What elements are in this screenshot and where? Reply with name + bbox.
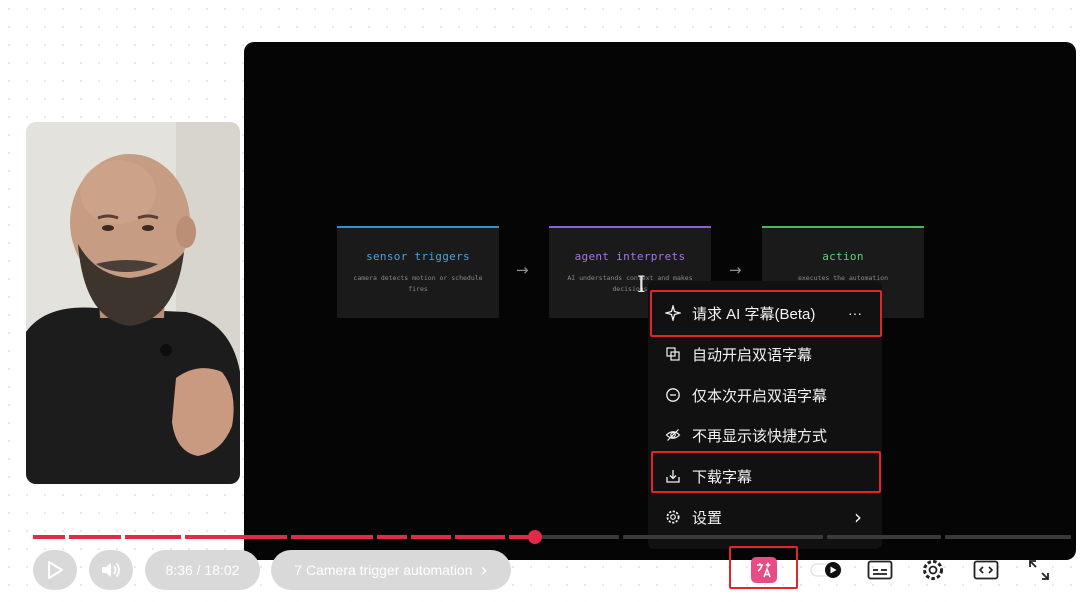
chapter-button[interactable]: 7 Camera trigger automation › [271,550,511,590]
menu-item-label: 自动开启双语字幕 [692,346,813,364]
text-cursor-icon: I [637,273,646,298]
menu-item-label: 设置 [692,509,723,527]
fullscreen-button[interactable] [1019,550,1059,590]
presenter-image [26,122,240,484]
theater-mode-button[interactable] [966,550,1006,590]
flow-box-title: agent interprets [574,250,686,263]
chapter-segment [945,535,1071,539]
flow-box-description: camera detects motion or schedule fires [353,274,483,293]
chapter-segment [69,535,121,539]
chapter-segment [33,535,65,539]
gear-icon [923,560,943,580]
time-display: 8:36 / 18:02 [145,550,260,590]
sparkle-icon [664,304,682,322]
gear-icon [664,508,682,526]
webcam-overlay [26,122,240,484]
menu-item-download-subtitles[interactable]: 下载字幕 [648,456,882,496]
autoplay-toggle-icon [810,562,842,578]
menu-item-label: 下载字幕 [692,468,753,486]
more-options-icon[interactable]: ··· [848,305,862,321]
autoplay-toggle[interactable] [808,550,848,590]
chapter-segment [291,535,373,539]
flow-arrow: → [729,261,742,279]
chapter-segment [411,535,451,539]
eye-off-icon [664,426,682,444]
subtitle-context-menu: 请求 AI 字幕(Beta) ··· 自动开启双语字幕 仅本次开启双语字幕 不再… [648,281,882,549]
translate-icon [751,557,777,583]
progress-bar[interactable] [33,530,1071,544]
chapter-segment [185,535,287,539]
menu-item-auto-bilingual[interactable]: 自动开启双语字幕 [648,334,882,374]
play-icon [48,561,63,579]
ai-translate-button[interactable] [744,550,784,590]
menu-item-bilingual-once[interactable]: 仅本次开启双语字幕 [648,375,882,415]
download-icon [664,467,682,485]
chapter-segment [509,535,619,539]
flow-arrow: → [516,261,529,279]
menu-item-hide-shortcut[interactable]: 不再显示该快捷方式 [648,415,882,455]
subtitles-button[interactable] [860,550,900,590]
chapter-segment [827,535,941,539]
chapter-segment [377,535,407,539]
fullscreen-icon [1029,560,1049,580]
flow-box-sensor: sensor triggers camera detects motion or… [337,226,499,318]
flow-box-title: sensor triggers [366,250,470,263]
chapter-title: 7 Camera trigger automation [294,562,473,578]
chapter-segment [623,535,823,539]
bilingual-icon [664,345,682,363]
volume-icon [102,562,120,578]
progress-thumb[interactable] [528,530,543,544]
theater-mode-icon [973,560,999,580]
flow-box-title: action [822,250,864,263]
menu-item-request-ai-subtitles[interactable]: 请求 AI 字幕(Beta) ··· [648,293,882,333]
menu-item-label: 仅本次开启双语字幕 [692,387,828,405]
chapter-segment [125,535,181,539]
minus-circle-icon [664,386,682,404]
settings-button[interactable] [913,550,953,590]
volume-button[interactable] [89,550,133,590]
play-button[interactable] [33,550,77,590]
subtitles-icon [867,560,893,580]
menu-item-label: 不再显示该快捷方式 [692,427,828,445]
chevron-right-icon: › [480,559,488,581]
menu-item-label: 请求 AI 字幕(Beta) [692,305,816,323]
chapter-segment [455,535,505,539]
